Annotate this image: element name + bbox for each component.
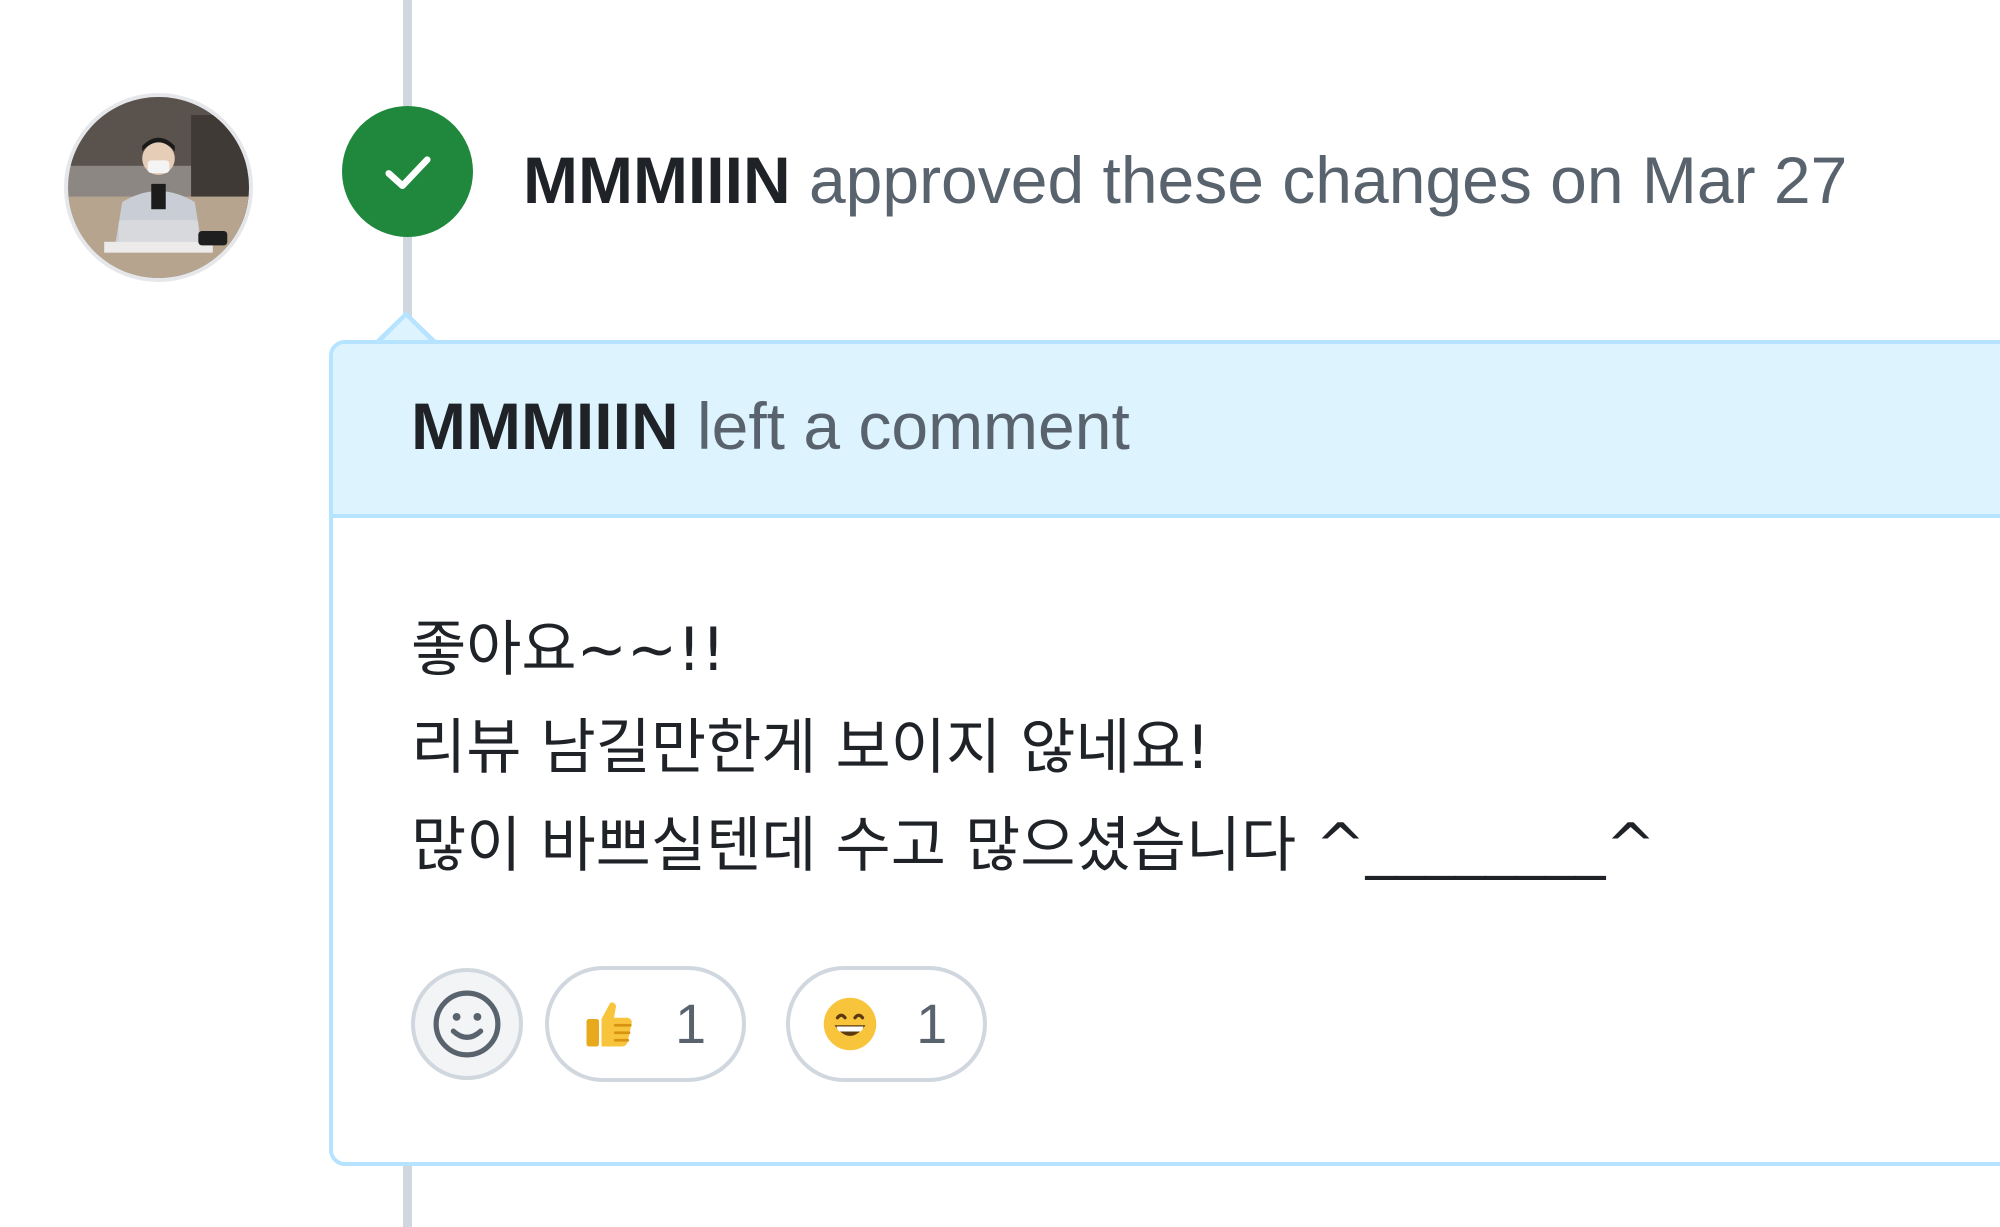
avatar-photo	[68, 97, 249, 278]
comment-line: 많이 바쁘실텐데 수고 많으셨습니다 ^________^	[411, 811, 1656, 881]
event-author-link[interactable]: MMMIIIN	[523, 143, 791, 217]
comment-line: 리뷰 남길만한게 보이지 않네요!	[411, 713, 1210, 783]
event-action-text: approved these changes on Mar 27	[808, 143, 1848, 217]
smiley-icon	[433, 990, 501, 1058]
add-reaction-button[interactable]	[411, 968, 523, 1080]
approved-check-badge	[342, 106, 473, 237]
reaction-count: 1	[916, 992, 948, 1055]
comment-body: 좋아요~~!! 리뷰 남길만한게 보이지 않네요! 많이 바쁘실텐데 수고 많으…	[411, 601, 1656, 895]
approval-event-text: MMMIIIN approved these changes on Mar 27	[523, 140, 1847, 220]
thumbs-up-icon	[579, 994, 639, 1054]
reaction-grinning-button[interactable]: 1	[786, 966, 988, 1082]
comment-action-text: left a comment	[696, 389, 1130, 463]
reaction-count: 1	[675, 992, 707, 1055]
comment-author-link[interactable]: MMMIIIN	[411, 389, 679, 463]
comment-line: 좋아요~~!!	[411, 615, 726, 685]
comment-box: MMMIIIN left a comment 좋아요~~!! 리뷰 남길만한게 …	[329, 340, 2000, 1166]
grinning-face-icon	[820, 994, 880, 1054]
reaction-thumbs-up-button[interactable]: 1	[545, 966, 747, 1082]
comment-header: MMMIIIN left a comment	[333, 344, 2000, 518]
reactions-bar: 1 1	[411, 966, 1027, 1082]
avatar[interactable]	[64, 93, 253, 282]
check-icon	[384, 155, 431, 189]
